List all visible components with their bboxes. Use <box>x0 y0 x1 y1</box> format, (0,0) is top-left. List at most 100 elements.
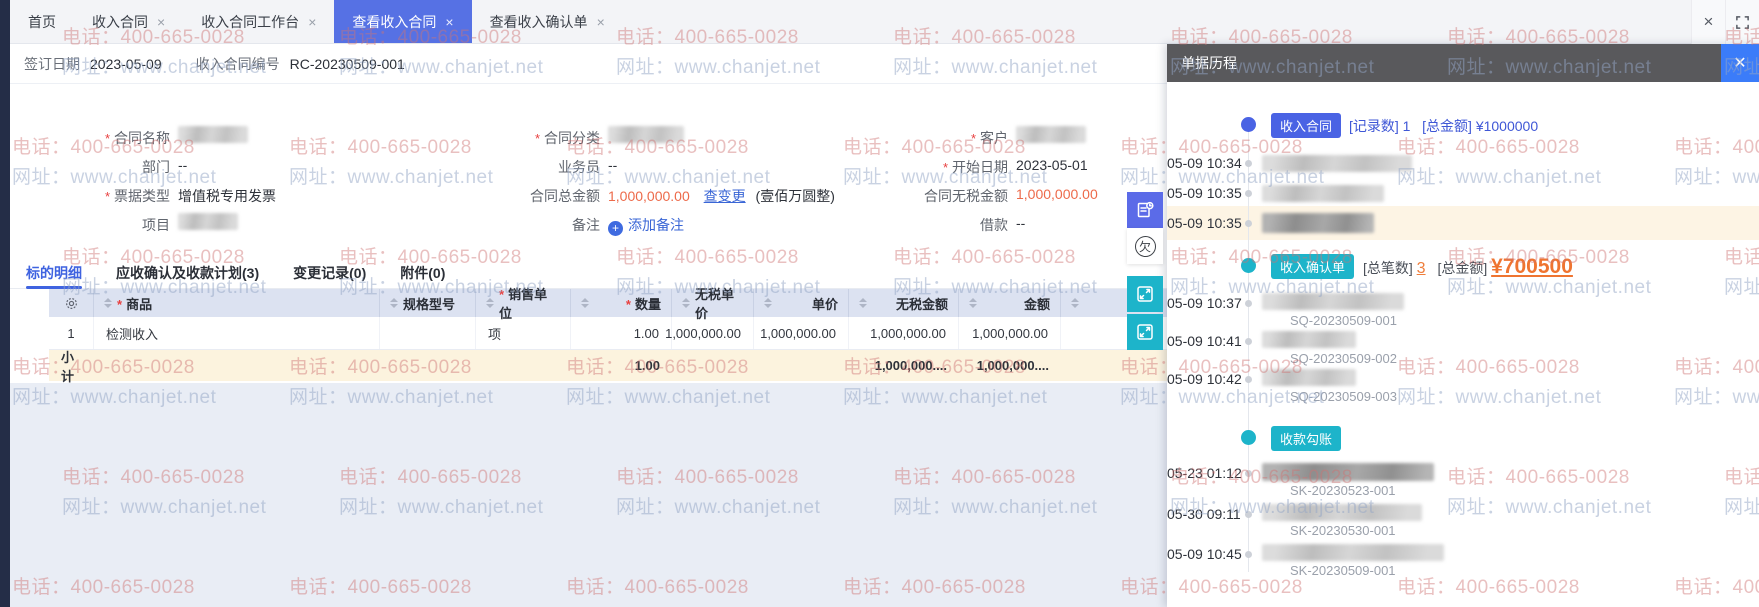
col-spec: 规格型号 <box>380 289 476 317</box>
tab-label: 查看收入确认单 <box>489 13 588 30</box>
tab-close-icon[interactable]: × <box>445 15 453 29</box>
timeline-dot <box>1245 160 1252 167</box>
panel-close-button[interactable]: ✕ <box>1721 44 1759 82</box>
timeline-dot <box>1245 190 1252 197</box>
redacted-text <box>1262 331 1356 348</box>
tab-view-income-confirm[interactable]: 查看收入确认单 × <box>472 0 623 43</box>
sort-icon[interactable] <box>390 298 398 308</box>
tab-close-icon[interactable]: × <box>308 15 316 29</box>
timeline-group-dot <box>1241 117 1256 132</box>
sort-icon[interactable] <box>859 298 867 308</box>
table-row: 1 检测收入 项 1.00 1,000,000.00 1,000,000.00 … <box>49 317 1167 350</box>
plus-icon: + <box>608 220 623 236</box>
expand-icon <box>1137 286 1153 302</box>
gear-icon[interactable] <box>49 289 94 317</box>
tab-view-income-contract[interactable]: 查看收入合同 × <box>334 0 472 43</box>
badge-income-contract: 收入合同 <box>1271 113 1342 138</box>
tab-receivable-plan[interactable]: 应收确认及收款计划(3) <box>116 258 259 289</box>
cell-product: 检测收入 <box>94 317 380 349</box>
col-amount-notax: 无税金额 <box>849 289 959 317</box>
detail-tab-strip: 标的明细 应收确认及收款计划(3) 变更记录(0) 附件(0) <box>10 258 1167 289</box>
contract-no-value: RC-20230509-001 <box>289 55 405 72</box>
badge-income-confirm: 收入确认单 <box>1271 254 1355 279</box>
redacted-text <box>1262 155 1412 172</box>
group2-stats: [总笔数] 3 [总金额] ¥700500 <box>1363 255 1573 278</box>
timeline-dot <box>1245 376 1252 383</box>
redacted-text <box>1262 544 1444 561</box>
tab-subject-detail[interactable]: 标的明细 <box>26 258 82 289</box>
timeline-dot <box>1245 220 1252 227</box>
dept-label: 部门 <box>142 159 170 175</box>
close-icon: ✕ <box>1733 55 1747 72</box>
cell-amount: 1,000,000.00 <box>959 317 1061 349</box>
sign-date-label: 签订日期 <box>24 55 80 72</box>
sort-icon[interactable] <box>682 298 690 308</box>
tab-income-contract[interactable]: 收入合同 × <box>74 0 183 43</box>
tab-label: 首页 <box>28 13 56 30</box>
contract-name-label: * 合同名称 <box>104 130 170 146</box>
panel-header: 单据历程 ✕ <box>1167 44 1759 82</box>
doc-history-button[interactable] <box>1127 192 1163 228</box>
timeline-time: 05-23 01:12 <box>1167 465 1242 481</box>
tab-label: 收入合同 <box>92 13 148 30</box>
sort-icon[interactable] <box>581 298 589 308</box>
timeline-time: 05-09 10:35 <box>1167 185 1242 201</box>
remark-label: 备注 <box>572 217 600 233</box>
contract-name-value <box>178 126 248 143</box>
fullscreen-icon[interactable] <box>1725 0 1759 44</box>
col-price-notax: 无税单价 <box>672 287 754 321</box>
salesman-label: 业务员 <box>558 159 600 175</box>
customer-label: * 客户 <box>970 130 1008 146</box>
sort-icon[interactable] <box>104 298 112 308</box>
notax-amount-label: 合同无税金额 <box>924 188 1008 204</box>
remark-value: + 添加备注 <box>608 215 684 236</box>
left-edge-strip <box>0 0 10 607</box>
timeline-time: 05-09 10:35 <box>1167 215 1242 231</box>
subtotal-amount-notax: 1,000,000.... <box>874 358 947 373</box>
customer-value <box>1016 126 1086 143</box>
expand-button-1[interactable] <box>1127 276 1163 312</box>
close-icon[interactable]: × <box>1691 0 1725 44</box>
subtotal-qty: 1.00 <box>634 358 660 373</box>
timeline-time: 05-09 10:37 <box>1167 295 1242 311</box>
tab-change-log[interactable]: 变更记录(0) <box>293 258 366 289</box>
doc-history-panel: 单据历程 ✕ 收入合同 [记录数] 1 [总金额] ¥1000000 05-09… <box>1167 44 1759 607</box>
redacted-text <box>1262 504 1422 521</box>
view-change-link[interactable]: 查变更 <box>704 188 746 204</box>
cell-price-notax: 1,000,000.00 <box>665 317 754 349</box>
col-product: * 商品 <box>94 289 380 317</box>
confirm-amount-link[interactable]: ¥700500 <box>1491 255 1573 278</box>
subtotal-label: 小计 <box>61 349 75 384</box>
bill-type-value: 增值税专用发票 <box>178 188 276 204</box>
confirm-count-link[interactable]: 3 <box>1417 260 1426 277</box>
sort-icon[interactable] <box>969 298 977 308</box>
doc-number: SK-20230509-001 <box>1290 563 1396 578</box>
notax-amount-value: 1,000,000.00 <box>1016 186 1098 202</box>
doc-number: SQ-20230509-001 <box>1290 313 1397 328</box>
sort-icon[interactable] <box>764 298 772 308</box>
tab-close-icon[interactable]: × <box>597 15 605 29</box>
total-amount: 1,000,000.00 <box>608 188 690 204</box>
expand-button-2[interactable] <box>1127 314 1163 350</box>
tab-attachments[interactable]: 附件(0) <box>400 258 445 289</box>
badge-receipt-recon: 收款勾账 <box>1271 426 1342 451</box>
panel-title: 单据历程 <box>1181 55 1237 71</box>
tab-income-contract-workbench[interactable]: 收入合同工作台 × <box>183 0 334 43</box>
tab-close-icon[interactable]: × <box>157 15 165 29</box>
timeline-dot <box>1245 551 1252 558</box>
timeline-group-dot <box>1241 430 1256 445</box>
sort-icon[interactable] <box>486 298 494 308</box>
tab-home[interactable]: 首页 <box>10 0 74 43</box>
add-remark-link[interactable]: 添加备注 <box>628 217 684 233</box>
redacted-text <box>1262 213 1374 233</box>
sort-icon[interactable] <box>1071 298 1079 308</box>
timeline-highlight-row <box>1167 206 1759 240</box>
col-amount: 金额 <box>959 289 1061 317</box>
redacted-text <box>1262 185 1384 202</box>
arrears-button[interactable]: 欠 <box>1127 228 1163 264</box>
document-clock-icon <box>1137 201 1154 218</box>
tab-label: 收入合同工作台 <box>201 13 300 30</box>
timeline-group-dot <box>1241 258 1256 273</box>
cell-spec <box>380 317 476 349</box>
redacted-text <box>1262 463 1434 481</box>
